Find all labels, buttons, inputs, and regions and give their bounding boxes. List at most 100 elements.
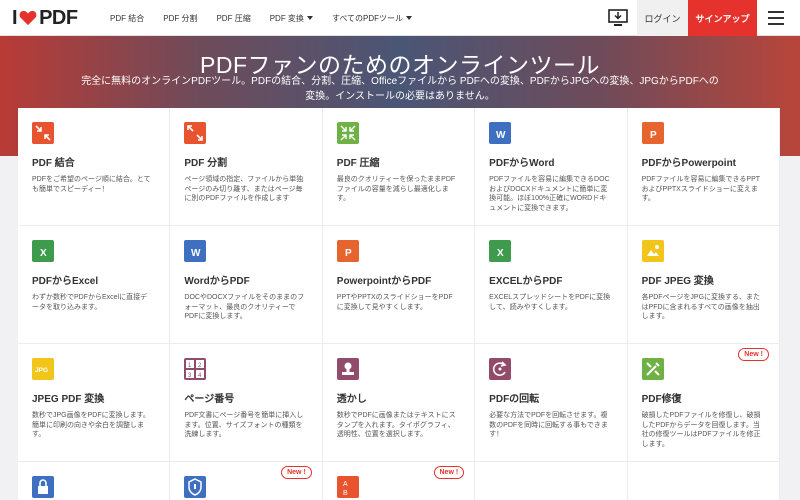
caret-down-icon [306, 16, 313, 20]
tool-title: PDF 分割 [184, 158, 228, 169]
tool-card[interactable]: PDF 分割ページ領域の指定、ファイルから単独ページのみ切り離す、またはページ毎… [170, 108, 323, 226]
tool-description: PDFをご希望のページ順に結合。とても簡単でスピーディー！ [32, 176, 151, 193]
svg-text:A: A [343, 481, 348, 488]
tool-card[interactable]: New ! [170, 462, 323, 500]
new-badge: New ! [738, 348, 769, 361]
tool-card[interactable]: PDF 結合 PDFをご希望のページ順に結合。とても簡単でスピーディー！ [18, 108, 171, 226]
merge-icon [32, 122, 54, 144]
tool-card[interactable]: X EXCELからPDF EXCELスプレッドシートをPDFに変換して、読みやすくし… [475, 226, 628, 344]
nav-convert-label: PDF 変換 [269, 13, 304, 23]
tool-title: ページ番号 [184, 394, 235, 405]
repair-icon [641, 358, 664, 380]
svg-text:W: W [191, 248, 201, 259]
nav-compress-label: PDF 圧縮 [216, 13, 251, 23]
tool-card[interactable]: PDF JPEG 変換各PDFページをJPGに変換する、またはPFDに含まれるす… [627, 226, 780, 344]
tools-grid: PDF 結合 PDFをご希望のページ順に結合。とても簡単でスピーディー！ PDF 分… [18, 108, 780, 500]
organize-icon: AB [336, 476, 359, 498]
word-to-pdf-icon: W [184, 240, 207, 262]
watermark-icon [336, 358, 359, 380]
tool-title: PDFの回転 [489, 394, 540, 405]
tool-description: EXCELスプレッドシートをPDFに変換して、読みやすくします。 [489, 294, 611, 311]
nav-merge-pdf[interactable]: PDF 結合 [110, 13, 144, 24]
svg-text:P: P [345, 248, 352, 259]
powerpoint-to-pdf-icon: P [336, 240, 359, 262]
logo-text-right: PDF [39, 6, 78, 29]
tool-card[interactable]: PDFの回転 必要な方法でPDFを回転させます。複数のPDFを同時に回転する事もで… [475, 344, 628, 462]
tool-title: EXCELからPDF [489, 276, 563, 287]
logo-text-left: I [12, 6, 18, 29]
nav-all-tools-dropdown[interactable]: すべてのPDFツール [331, 13, 413, 24]
svg-text:P: P [650, 130, 657, 141]
nav-merge-label: PDF 結合 [110, 13, 145, 23]
tool-card[interactable]: P PowerpointからPDF PPTやPPTXのスライドショーをPDFに変換し… [322, 226, 476, 344]
new-badge: New ! [433, 466, 465, 479]
tool-description: ページ領域の指定、ファイルから単独ページのみ切り離す、またはページ毎に別のPDF… [184, 176, 304, 202]
tool-title: PDF JPEG 変換 [641, 276, 714, 287]
tool-description: PDFファイルを容易に編集できるPPTおよびPPTXスライドショーに変えます。 [641, 176, 761, 202]
tool-card[interactable]: 透かし数秒でPDFに画像またはテキストにスタンプを入れます。タイポグラフィ、透明… [322, 344, 476, 462]
tool-title: PDFからPowerpoint [641, 158, 737, 169]
word-icon: W [489, 122, 512, 144]
compress-icon [336, 122, 359, 144]
tool-description: わずか数秒でPDFからExcelに直接データを取り込みます。 [32, 294, 148, 311]
pdf-to-jpg-icon [641, 240, 664, 262]
tool-description: 各PDFページをJPGに変換する、またはPFDに含まれるすべての画像を抽出します… [641, 294, 761, 320]
hamburger-menu-icon[interactable] [766, 8, 786, 28]
svg-text:JPG: JPG [35, 367, 48, 374]
split-icon [184, 122, 207, 144]
nav-compress-pdf[interactable]: PDF 圧縮 [216, 13, 250, 24]
rotate-icon [489, 358, 512, 380]
tool-card[interactable]: 1 2 3 4 ページ番号 PDF文書にページ番号を簡単に挿入します。位置、サイズフォント… [170, 344, 323, 462]
ilovepdf-logo[interactable]: I PDF [12, 6, 78, 30]
svg-text:X: X [40, 248, 47, 259]
tool-card[interactable]: New ! PDF修復 破損したPDFファイルを修復し、破損したPDFからデータを回… [627, 344, 780, 462]
tool-description: 数秒でPDFに画像またはテキストにスタンプを入れます。タイポグラフィ、透明性、位… [336, 412, 456, 438]
jpg-to-pdf-icon: JPG [32, 358, 54, 380]
tool-description: PDF文書にページ番号を簡単に挿入します。位置、サイズフォントの種類を洗練します… [184, 412, 304, 438]
page-numbers-icon: 1234 [184, 358, 207, 380]
main-nav: PDF 結合 PDF 分割 PDF 圧縮 PDF 変換 すべてのPDFツール [110, 0, 431, 36]
tool-card[interactable]: PDF 圧縮最良のクオリティーを保ったままPDFファイルの容量を減らし最適化しま… [322, 108, 476, 226]
tool-card[interactable]: W PDFからWord PDFファイルを容易に編集できるDOCおよびDOCXドキュメ… [475, 108, 628, 226]
nav-all-tools-label: すべてのPDFツール [331, 13, 404, 23]
powerpoint-icon: P [641, 122, 664, 144]
tool-card[interactable]: A B New ! [322, 462, 476, 500]
tool-title: PowerpointからPDF [336, 276, 432, 287]
excel-icon: X [32, 240, 54, 262]
lock-icon [32, 476, 54, 498]
tool-title: WordからPDF [184, 276, 250, 287]
new-badge: New ! [281, 466, 312, 479]
nav-split-pdf[interactable]: PDF 分割 [163, 13, 197, 24]
tool-title: 透かし [336, 394, 367, 405]
tool-description: 数秒でJPG画像をPDFに変換します。簡単に印刷の向きや余白を調整します。 [32, 412, 150, 438]
tool-card[interactable] [18, 462, 171, 500]
tool-description: PPTやPPTXのスライドショーをPDFに変換して見やすくします。 [336, 294, 453, 311]
tool-title: PDFからWord [489, 158, 555, 169]
signup-button[interactable]: サインアップ [688, 0, 757, 36]
caret-down-icon [406, 16, 413, 20]
tool-card [475, 462, 628, 500]
tool-description: DOCやDOCXファイルをそのままのフォーマット、最良のクオリティーでPDFに変… [184, 294, 305, 320]
tool-title: PDF 結合 [32, 158, 75, 169]
tool-card[interactable]: X PDFからExcel わずか数秒でPDFからExcelに直接データを取り込みます… [18, 226, 171, 344]
tool-description: 最良のクオリティーを保ったままPDFファイルの容量を減らし最適化します。 [336, 176, 456, 202]
nav-convert-pdf-dropdown[interactable]: PDF 変換 [270, 13, 313, 24]
tool-card [627, 462, 780, 500]
tool-card[interactable]: P PDFからPowerpoint PDFファイルを容易に編集できるPPTおよびPP… [627, 108, 780, 226]
excel-to-pdf-icon: X [489, 240, 512, 262]
svg-text:B: B [343, 490, 348, 497]
tool-title: PDF 圧縮 [336, 158, 380, 169]
tool-card[interactable]: JPG JPEG PDF 変換数秒でJPG画像をPDFに変換します。簡単に印刷の向… [18, 344, 171, 462]
desktop-download-icon [608, 9, 628, 26]
heart-icon [19, 10, 37, 26]
tool-title: JPEG PDF 変換 [32, 394, 105, 405]
login-button[interactable]: ログイン [637, 0, 688, 36]
hero-subtitle: 完全に無料のオンラインPDFツール。PDFの結合、分割、圧縮、Officeファイ… [81, 76, 719, 102]
nav-split-label: PDF 分割 [163, 13, 198, 23]
tool-description: PDFファイルを容易に編集できるDOCおよびDOCXドキュメントに簡単に変換可能… [489, 176, 610, 212]
svg-text:X: X [497, 248, 504, 259]
shield-icon [184, 476, 207, 498]
tool-title: PDFからExcel [32, 276, 99, 287]
tool-card[interactable]: W WordからPDF DOCやDOCXファイルをそのままのフォーマット、最良のクオ… [170, 226, 323, 344]
desktop-app-button[interactable] [599, 0, 637, 36]
